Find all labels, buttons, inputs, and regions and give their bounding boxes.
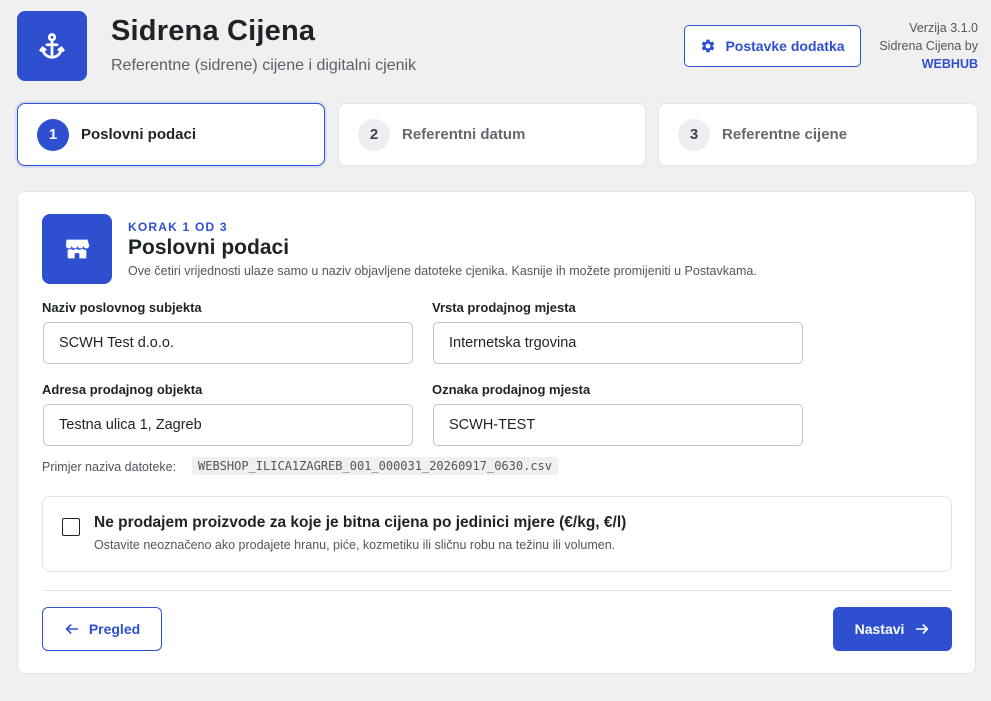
step-counter: KORAK 1 OD 3 [128,220,228,234]
section-title: Poslovni podaci [128,236,290,259]
address-label: Adresa prodajnog objekta [42,382,203,397]
version-text: Verzija 3.1.0 [909,21,978,35]
step-reference-date[interactable]: 2 Referentni datum [338,103,646,166]
unit-price-option-description: Ostavite neoznačeno ako prodajete hranu,… [94,538,616,552]
location-code-label: Oznaka prodajnog mjesta [432,382,591,397]
plugin-settings-label: Postavke dodatka [725,38,845,54]
unit-price-option-title[interactable]: Ne prodajem proizvode za koje je bitna c… [94,514,626,532]
next-button[interactable]: Nastavi [833,607,952,651]
app-title: Sidrena Cijena [111,15,316,47]
business-data-card: KORAK 1 OD 3 Poslovni podaci Ove četiri … [17,191,976,674]
business-name-label: Naziv poslovnog subjekta [42,300,202,315]
location-type-label: Vrsta prodajnog mjesta [432,300,576,315]
location-code-input[interactable] [433,404,803,446]
unit-price-checkbox[interactable] [62,518,80,536]
filename-example-code: WEBSHOP_ILICA1ZAGREB_001_000031_20260917… [192,457,559,475]
credit-text: Sidrena Cijena by [879,39,978,53]
step-reference-prices[interactable]: 3 Referentne cijene [658,103,978,166]
plugin-settings-button[interactable]: Postavke dodatka [684,25,861,67]
unit-price-option[interactable]: Ne prodajem proizvode za koje je bitna c… [42,496,952,572]
step-business-data[interactable]: 1 Poslovni podaci [17,103,325,166]
step-label: Referentni datum [402,126,526,143]
version-info: Verzija 3.1.0 Sidrena Cijena by WEBHUB [879,19,978,73]
arrow-right-icon [916,624,929,634]
step-number: 1 [37,118,69,151]
address-input[interactable] [43,404,413,446]
next-button-label: Nastavi [854,621,905,637]
step-number: 3 [678,118,710,151]
back-button-label: Pregled [88,621,141,637]
store-icon [65,239,90,259]
gear-icon [702,39,715,53]
location-type-input[interactable] [433,322,803,364]
section-description: Ove četiri vrijednosti ulaze samo u nazi… [128,264,757,278]
brand-link[interactable]: WEBHUB [879,55,978,73]
app-logo [17,11,87,81]
arrow-left-icon [65,624,78,634]
divider [42,590,952,591]
step-number: 2 [358,118,390,151]
step-label: Poslovni podaci [81,126,197,143]
anchor-icon [39,33,65,59]
step-label: Referentne cijene [722,126,848,143]
section-icon-box [42,214,112,284]
back-button[interactable]: Pregled [42,607,162,651]
filename-example-label: Primjer naziva datoteke: [42,460,177,474]
business-name-input[interactable] [43,322,413,364]
app-subtitle: Referentne (sidrene) cijene i digitalni … [111,57,417,74]
